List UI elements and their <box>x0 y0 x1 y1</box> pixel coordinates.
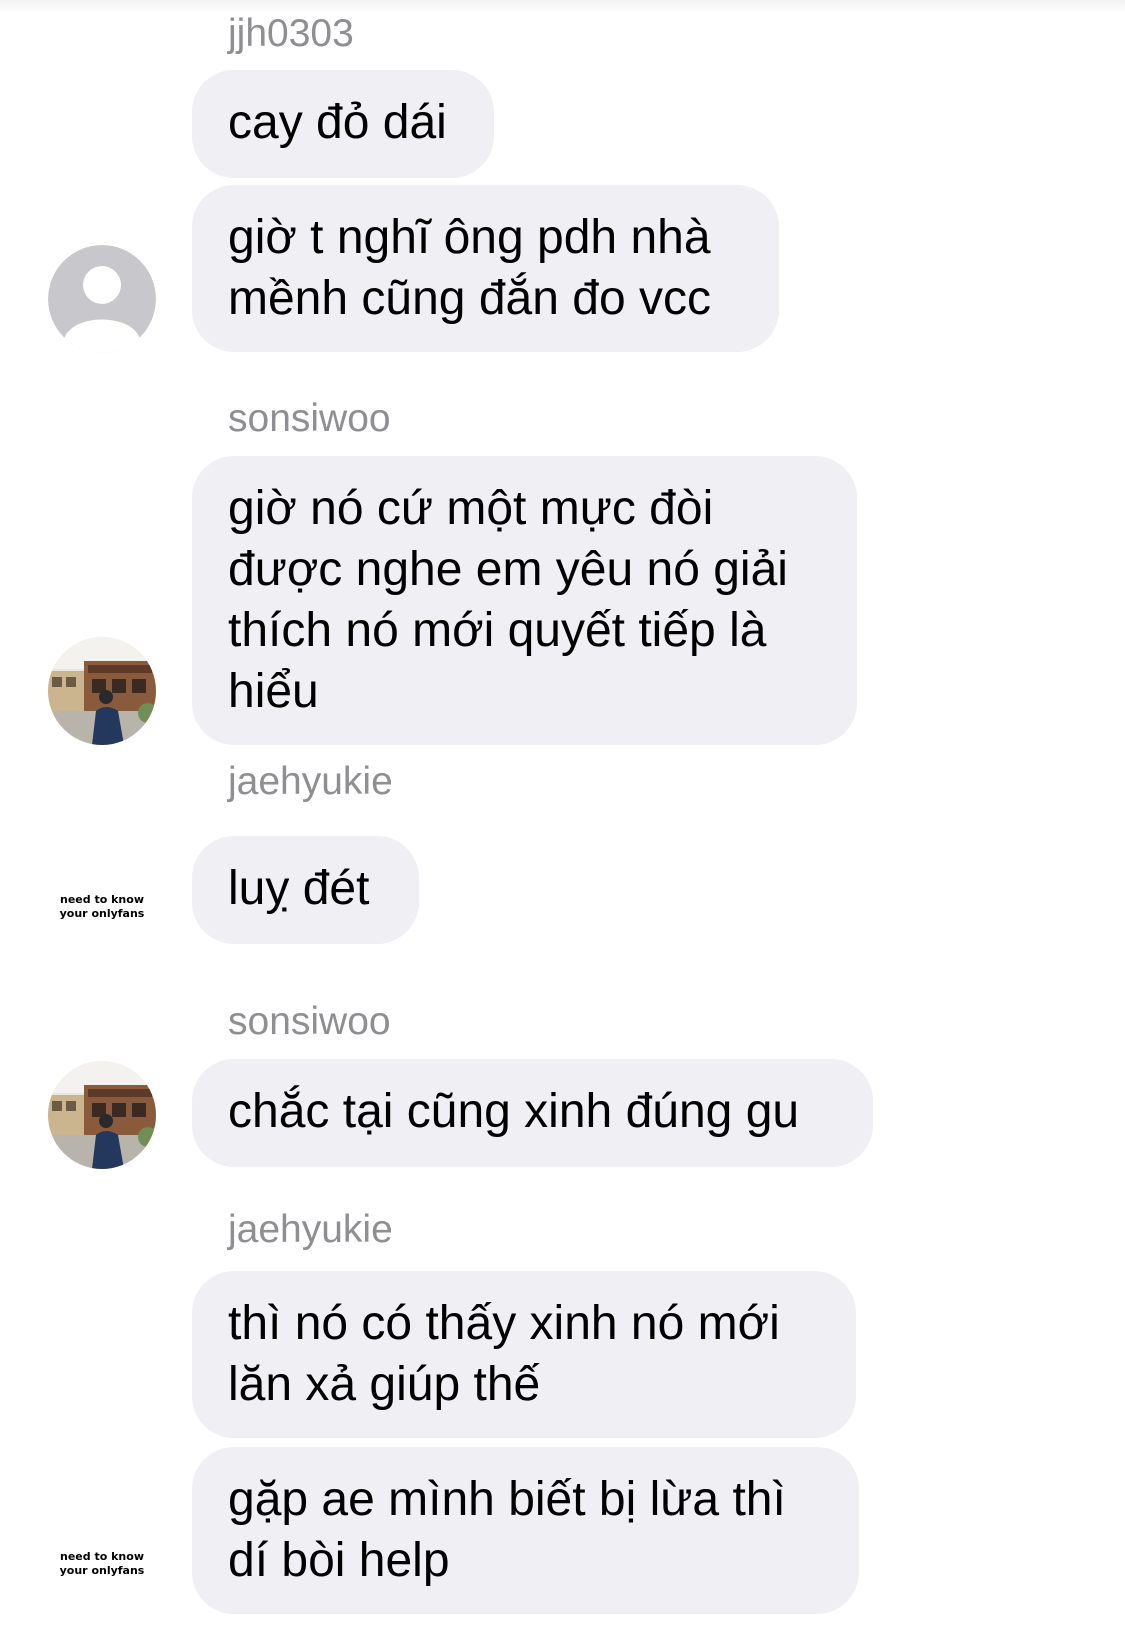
sender-name: jaehyukie <box>228 760 393 803</box>
avatar-text-line: need to know <box>60 1550 144 1563</box>
message-bubble[interactable]: gặp ae mình biết bị lừa thì dí bòi help <box>192 1447 859 1614</box>
sender-name: sonsiwoo <box>228 1000 391 1043</box>
message-bubble[interactable]: giờ nó cứ một mực đòi được nghe em yêu n… <box>192 456 857 745</box>
default-avatar-icon[interactable] <box>48 245 156 353</box>
message-bubble[interactable]: cay đỏ dái <box>192 70 494 178</box>
profile-photo-avatar[interactable] <box>48 637 156 745</box>
avatar-text-line: your onlyfans <box>59 1564 145 1577</box>
text-avatar[interactable]: need to know your onlyfans <box>48 1550 156 1590</box>
avatar-text-line: need to know <box>60 893 144 906</box>
message-bubble[interactable]: giờ t nghĩ ông pdh nhà mềnh cũng đắn đo … <box>192 185 779 352</box>
sender-name: jaehyukie <box>228 1208 393 1251</box>
message-bubble[interactable]: chắc tại cũng xinh đúng gu <box>192 1059 873 1167</box>
sender-name: jjh0303 <box>228 12 354 55</box>
message-bubble[interactable]: thì nó có thấy xinh nó mới lăn xả giúp t… <box>192 1271 856 1438</box>
sender-name: sonsiwoo <box>228 397 391 440</box>
avatar-text-line: your onlyfans <box>59 907 145 920</box>
text-avatar[interactable]: need to know your onlyfans <box>48 893 156 933</box>
message-bubble[interactable]: luỵ đét <box>192 836 419 944</box>
profile-photo-avatar[interactable] <box>48 1061 156 1169</box>
top-edge <box>0 0 1125 14</box>
